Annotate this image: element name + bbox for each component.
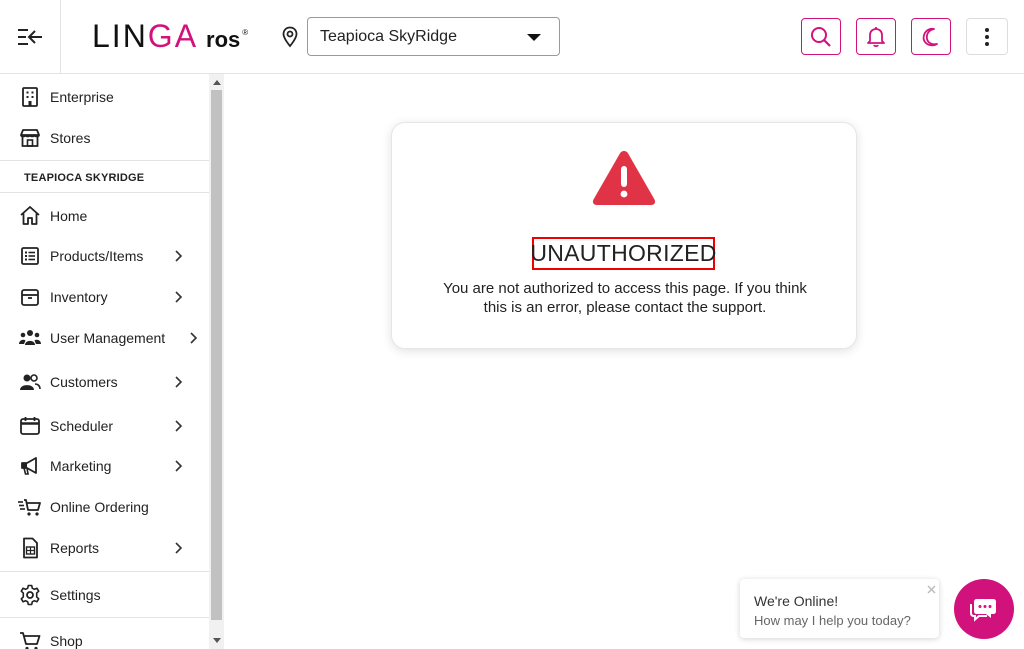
sidebar-item-label: User Management: [50, 330, 166, 346]
customers-icon: [20, 374, 41, 390]
logo-registered-mark: ®: [242, 28, 249, 37]
store-select[interactable]: Teapioca SkyRidge: [307, 17, 560, 56]
sidebar-item-label: Settings: [50, 587, 101, 603]
chevron-right-icon: [175, 291, 183, 303]
chevron-right-icon: [175, 376, 183, 388]
chevron-right-icon: [175, 542, 183, 554]
logo-text-lin: LIN: [92, 18, 148, 54]
sidebar-item-label: Online Ordering: [50, 499, 149, 515]
sidebar-item-label: Inventory: [50, 289, 108, 305]
sidebar-item-label: Products/Items: [50, 248, 144, 264]
sidebar-item-inventory[interactable]: Inventory: [0, 278, 209, 316]
chat-icon: [970, 599, 996, 622]
unauthorized-card: UNAUTHORIZED You are not authorized to a…: [391, 122, 857, 349]
sidebar-item-marketing[interactable]: Marketing: [0, 447, 209, 485]
location-pin-icon: [282, 26, 298, 48]
sidebar-item-products-items[interactable]: Products/Items: [0, 237, 209, 275]
linga-logo[interactable]: LIN GA ros ®: [92, 18, 248, 54]
dark-mode-toggle[interactable]: [911, 18, 951, 55]
sidebar-item-enterprise[interactable]: Enterprise: [0, 78, 209, 116]
divider: [0, 617, 209, 618]
scrollbar-thumb[interactable]: [211, 90, 222, 620]
megaphone-icon: [21, 457, 37, 475]
sidebar-item-label: Home: [50, 208, 88, 224]
chevron-right-icon: [175, 420, 183, 432]
chevron-right-icon: [190, 332, 198, 344]
collapse-menu-icon: [18, 28, 42, 45]
sidebar-item-label: Marketing: [50, 458, 112, 474]
sidebar-item-label: Customers: [50, 374, 118, 390]
cart-fast-icon: [18, 499, 41, 516]
divider: [0, 160, 209, 161]
sidebar-item-shop[interactable]: Shop: [0, 622, 209, 649]
sidebar-item-scheduler[interactable]: Scheduler: [0, 407, 209, 445]
logo-text-ga: GA: [147, 18, 199, 54]
chat-prompt-text: How may I help you today?: [754, 613, 911, 628]
list-icon: [21, 247, 39, 265]
chevron-right-icon: [175, 250, 183, 262]
store-section-label: TEAPIOCA SKYRIDGE: [24, 172, 145, 184]
scroll-up-arrow-icon[interactable]: [213, 80, 221, 85]
sidebar-scrollbar[interactable]: [209, 74, 224, 649]
sidebar-item-user-management[interactable]: User Management: [0, 319, 209, 357]
sidebar-item-label: Shop: [50, 633, 83, 649]
error-message-line-2: this is an error, please contact the sup…: [483, 299, 767, 316]
error-title: UNAUTHORIZED: [530, 237, 716, 270]
box-icon: [21, 289, 39, 306]
more-vertical-icon: [985, 27, 989, 46]
sidebar-item-label: Enterprise: [50, 89, 114, 105]
sidebar-item-label: Stores: [50, 130, 91, 146]
chevron-down-icon: [527, 34, 541, 41]
cart-icon: [20, 632, 41, 649]
moon-icon: [922, 27, 938, 46]
home-icon: [20, 206, 40, 225]
report-icon: [23, 537, 38, 559]
chat-status-text: We're Online!: [754, 593, 839, 609]
top-header: LIN GA ros ® Teapioca SkyRidge: [0, 0, 1024, 74]
store-icon: [20, 129, 40, 147]
building-icon: [22, 87, 38, 107]
sidebar-item-settings[interactable]: Settings: [0, 576, 209, 614]
chat-greeting-bubble[interactable]: We're Online! How may I help you today?: [740, 579, 939, 638]
close-icon[interactable]: [926, 584, 937, 595]
warning-icon: [592, 151, 656, 205]
scroll-down-arrow-icon[interactable]: [213, 638, 221, 643]
error-message-line-1: You are not authorized to access this pa…: [443, 280, 807, 297]
logo-text-ros: ros: [206, 27, 241, 52]
calendar-icon: [20, 417, 40, 435]
sidebar-item-stores[interactable]: Stores: [0, 119, 209, 157]
sidebar-item-reports[interactable]: Reports: [0, 529, 209, 567]
chevron-right-icon: [175, 460, 183, 472]
divider: [0, 192, 209, 193]
sidebar-item-home[interactable]: Home: [0, 197, 209, 235]
error-message: You are not authorized to access this pa…: [422, 279, 828, 317]
store-select-value: Teapioca SkyRidge: [320, 27, 457, 45]
sidebar-item-label: Scheduler: [50, 418, 114, 434]
collapse-sidebar-button[interactable]: [0, 0, 61, 73]
chat-launcher-button[interactable]: [954, 579, 1014, 639]
divider: [0, 571, 209, 572]
bell-icon: [867, 26, 885, 47]
gear-icon: [20, 584, 40, 606]
sidebar: Enterprise Stores TEAPIOCA SKYRIDGE Home…: [0, 74, 209, 649]
notifications-button[interactable]: [856, 18, 896, 55]
sidebar-item-customers[interactable]: Customers: [0, 363, 209, 401]
search-button[interactable]: [801, 18, 841, 55]
sidebar-item-label: Reports: [50, 540, 100, 556]
search-icon: [811, 26, 831, 47]
sidebar-item-online-ordering[interactable]: Online Ordering: [0, 488, 209, 526]
users-icon: [19, 330, 41, 345]
more-options-button[interactable]: [966, 18, 1008, 55]
